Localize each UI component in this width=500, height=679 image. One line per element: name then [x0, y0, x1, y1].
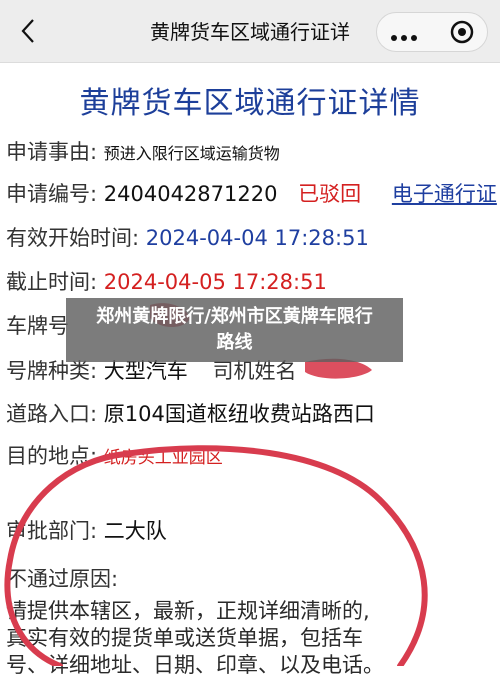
apply-no-value: 2404042871220: [103, 182, 278, 206]
field-approval-dept: 审批部门: 二大队: [6, 515, 167, 545]
end-time-label: 截止时间:: [6, 270, 98, 294]
more-dots-icon[interactable]: [391, 26, 421, 41]
document-title: 黄牌货车区域通行证详情: [79, 86, 421, 121]
field-plate-no: 车牌号: [6, 310, 69, 340]
plate-type-label: 号牌种类:: [6, 359, 98, 383]
road-entry-value: 原104国道枢纽收费站路西口: [103, 402, 375, 426]
apply-reason-value: 预进入限行区域运输货物: [103, 144, 280, 163]
field-road-entry: 道路入口: 原104国道枢纽收费站路西口: [6, 398, 375, 428]
apply-no-label: 申请编号:: [6, 182, 98, 206]
mini-program-capsule: [376, 12, 488, 52]
banner-line-1: 郑州黄牌限行/郑州市区黄牌车限行: [96, 306, 373, 327]
end-time-value: 2024-04-05 17:28:51: [103, 270, 327, 294]
destination-value: 纸房头工业园区: [103, 448, 223, 468]
field-valid-start: 有效开始时间: 2024-04-04 17:28:51: [6, 222, 369, 252]
watermark-banner: 郑州黄牌限行/郑州市区黄牌车限行 路线: [66, 298, 403, 362]
field-destination: 目的地点: 纸房头工业园区: [6, 440, 223, 470]
e-permit-link[interactable]: 电子通行证: [392, 182, 497, 206]
valid-start-label: 有效开始时间:: [6, 226, 140, 250]
target-close-icon[interactable]: [449, 19, 475, 45]
driver-name-label: 司机姓名: [212, 359, 297, 383]
status-badge: 已驳回: [298, 182, 362, 206]
field-reject-reason: 不通过原因:: [6, 563, 118, 593]
road-entry-label: 道路入口:: [6, 402, 98, 426]
approval-dept-label: 审批部门:: [6, 519, 98, 543]
apply-reason-label: 申请事由:: [6, 140, 98, 164]
plate-no-label: 车牌号: [6, 314, 69, 338]
plate-type-value: 大型汽车: [103, 359, 188, 383]
reject-reason-line: 号、详细地址、日期、印章、以及电话。: [6, 653, 384, 677]
valid-start-value: 2024-04-04 17:28:51: [145, 226, 369, 250]
nav-bar: 黄牌货车区域通行证详情: [0, 0, 500, 63]
reject-reason-line: 真实有效的提货单或送货单据，包括车: [6, 626, 363, 650]
field-apply-no: 申请编号: 2404042871220 已驳回 电子通行证: [6, 178, 497, 208]
reject-reason-label: 不通过原因:: [6, 567, 119, 591]
destination-label: 目的地点:: [6, 444, 98, 468]
banner-line-2: 路线: [216, 332, 253, 353]
reject-reason-line: 请提供本辖区，最新，正规详细清晰的,: [6, 599, 370, 623]
field-apply-reason: 申请事由: 预进入限行区域运输货物: [6, 136, 280, 166]
nav-title: 黄牌货车区域通行证详情: [150, 20, 350, 44]
chevron-left-icon[interactable]: [14, 16, 44, 46]
field-end-time: 截止时间: 2024-04-05 17:28:51: [6, 266, 327, 296]
approval-dept-value: 二大队: [103, 519, 167, 543]
